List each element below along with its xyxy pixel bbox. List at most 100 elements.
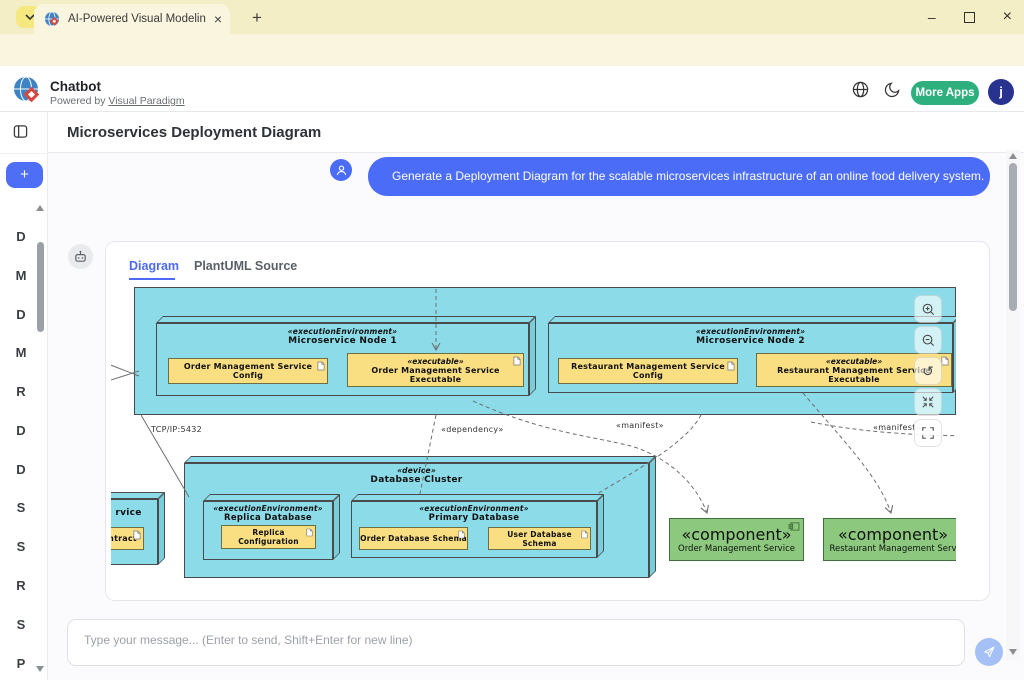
zoom-out-button[interactable] — [914, 326, 942, 354]
primary-name: Primary Database — [351, 513, 597, 523]
artifact-note-icon — [306, 528, 313, 537]
sidebar-item-chat[interactable]: P — [10, 656, 32, 671]
zoom-in-icon — [921, 302, 936, 317]
fullscreen-icon — [921, 426, 935, 440]
tab-plantuml-source[interactable]: PlantUML Source — [194, 259, 297, 273]
window-maximize-button[interactable] — [964, 12, 975, 23]
message-input[interactable] — [67, 619, 965, 666]
component-stereotype: «component» — [824, 525, 956, 544]
sidebar-item-chat[interactable]: S — [10, 500, 32, 515]
link-label-tcp: TCP/IP:5432 — [151, 425, 202, 434]
user-message-bubble: Generate a Deployment Diagram for the sc… — [368, 157, 990, 196]
component-name: Order Management Service — [670, 544, 803, 554]
artifact-label: Restaurant Management Service Config — [559, 362, 737, 380]
app-subtitle: Powered by Visual Paradigm — [50, 95, 185, 107]
user-message-avatar — [330, 159, 352, 181]
sidebar-toggle-icon[interactable] — [13, 124, 28, 139]
sidebar-item-chat[interactable]: R — [10, 578, 32, 593]
more-apps-button[interactable]: More Apps — [911, 81, 979, 105]
page-title: Microservices Deployment Diagram — [67, 124, 321, 141]
send-plane-icon — [982, 645, 996, 659]
tab-title: AI-Powered Visual Modeling Ch — [68, 13, 206, 25]
sidebar-scroll-down-icon[interactable] — [36, 666, 44, 672]
zoom-in-button[interactable] — [914, 295, 942, 323]
sidebar: + D M D M R D D S S R S P — [0, 112, 48, 680]
artifact-note-icon — [317, 361, 325, 371]
tab-diagram[interactable]: Diagram — [129, 259, 179, 273]
artifact-order-db-schema: Order Database Schema — [359, 527, 468, 550]
bot-avatar — [68, 244, 93, 269]
tab-close-icon[interactable]: × — [214, 12, 222, 26]
artifact-note-icon — [133, 530, 141, 540]
bot-response-card: Diagram PlantUML Source «executionEnviro… — [105, 241, 990, 601]
sidebar-item-chat[interactable]: S — [10, 539, 32, 554]
artifact-note-icon — [458, 530, 465, 539]
component-icon — [788, 522, 800, 531]
artifact-restaurant-config: Restaurant Management Service Config — [558, 358, 738, 384]
sidebar-item-chat[interactable]: R — [10, 384, 32, 399]
replica-stereotype: «executionEnvironment» — [203, 504, 333, 513]
link-label-dependency: «dependency» — [441, 425, 504, 434]
chat-scrollbar[interactable] — [1006, 150, 1020, 660]
sidebar-scrollbar-thumb[interactable] — [37, 242, 44, 332]
app-window: AI-Powered Visual Modeling Ch × + – × ai… — [0, 0, 1024, 680]
artifact-replica-configuration: Replica Configuration — [221, 525, 316, 549]
new-tab-button[interactable]: + — [246, 7, 268, 29]
browser-frame: AI-Powered Visual Modeling Ch × + – × — [0, 0, 1024, 34]
artifact-partial-contract: ntract — [111, 527, 144, 550]
diagram-tabbar: Diagram PlantUML Source — [106, 242, 989, 282]
artifact-user-db-schema: User Database Schema — [488, 527, 591, 550]
artifact-label: Order Database Schema — [360, 534, 467, 543]
component-name: Restaurant Management Serv — [824, 544, 956, 554]
robot-icon — [73, 249, 88, 264]
new-chat-button[interactable]: + — [6, 162, 43, 188]
scroll-up-icon[interactable] — [1009, 153, 1017, 159]
visual-paradigm-favicon — [44, 11, 60, 27]
sidebar-item-chat[interactable]: M — [10, 268, 32, 283]
component-order-management-service: «component» Order Management Service — [669, 518, 804, 561]
artifact-label: Order Management Service Executable — [348, 366, 523, 384]
app-title: Chatbot — [50, 79, 101, 94]
visual-paradigm-link[interactable]: Visual Paradigm — [108, 95, 184, 107]
fit-to-screen-button[interactable] — [914, 388, 942, 416]
artifact-label: Replica Configuration — [222, 528, 315, 546]
artifact-order-executable: «executable» Order Management Service Ex… — [347, 353, 524, 387]
person-icon — [335, 164, 348, 177]
sidebar-divider — [0, 153, 48, 154]
compress-arrows-icon — [921, 395, 935, 409]
user-account-avatar[interactable]: j — [988, 79, 1014, 105]
window-minimize-button[interactable]: – — [928, 9, 936, 25]
artifact-note-icon — [941, 356, 949, 366]
browser-tab[interactable]: AI-Powered Visual Modeling Ch × — [34, 4, 230, 34]
active-tab-underline — [129, 278, 175, 280]
conversation-titlebar: Microservices Deployment Diagram — [48, 112, 1024, 153]
visual-paradigm-logo — [12, 75, 42, 105]
fullscreen-button[interactable] — [914, 419, 942, 447]
diagram-canvas[interactable]: «executionEnvironment»Microservice Node … — [111, 284, 956, 601]
artifact-stereotype: «executable» — [348, 357, 523, 366]
dark-mode-moon-icon[interactable] — [884, 81, 901, 98]
language-globe-icon[interactable] — [852, 81, 869, 98]
sidebar-item-chat[interactable]: D — [10, 462, 32, 477]
replica-name: Replica Database — [203, 513, 333, 523]
zoom-out-icon — [921, 333, 936, 348]
app-header: Chatbot Powered by Visual Paradigm More … — [0, 66, 1024, 112]
primary-stereotype: «executionEnvironment» — [351, 504, 597, 513]
sidebar-item-chat[interactable]: S — [10, 617, 32, 632]
scroll-down-icon[interactable] — [1009, 649, 1017, 655]
sidebar-item-chat[interactable]: D — [10, 229, 32, 244]
zoom-reset-button[interactable]: ↺ — [914, 357, 942, 385]
chat-scrollbar-thumb[interactable] — [1009, 163, 1017, 311]
artifact-note-icon — [581, 530, 588, 539]
sidebar-item-chat[interactable]: M — [10, 345, 32, 360]
sidebar-item-chat[interactable]: D — [10, 423, 32, 438]
artifact-label: Order Management Service Config — [169, 362, 327, 380]
component-stereotype: «component» — [670, 525, 803, 544]
sidebar-item-chat[interactable]: D — [10, 307, 32, 322]
artifact-label: User Database Schema — [489, 530, 590, 548]
window-close-button[interactable]: × — [1003, 8, 1012, 26]
artifact-order-config: Order Management Service Config — [168, 358, 328, 384]
send-button[interactable] — [975, 638, 1003, 666]
sidebar-scroll-up-icon[interactable] — [36, 205, 44, 211]
reset-rotate-icon: ↺ — [922, 363, 934, 380]
